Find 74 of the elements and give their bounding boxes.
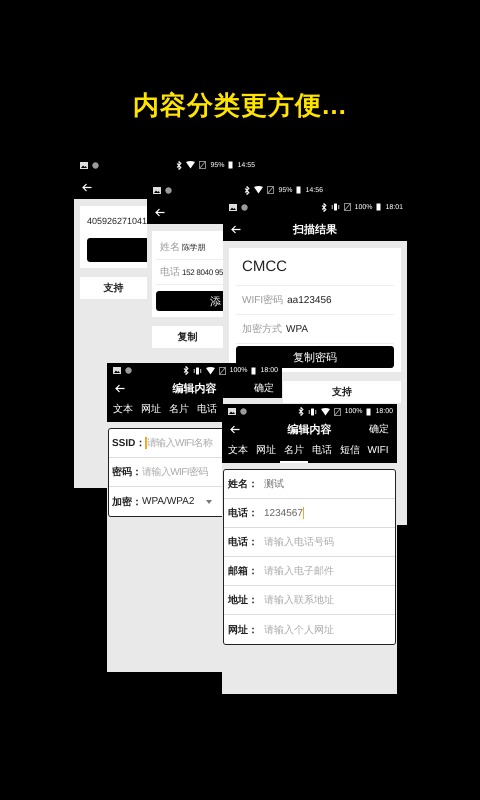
bluetooth-icon <box>298 407 304 416</box>
no-sim-icon <box>218 366 226 374</box>
field-value: 152 8040 95 <box>182 268 224 276</box>
field-label: 电话： <box>228 536 258 549</box>
tab[interactable]: 网址 <box>252 439 280 463</box>
image-icon <box>80 162 88 168</box>
field-label: 网址： <box>228 624 258 636</box>
bluetooth-icon <box>320 202 327 212</box>
field-label: 密码： <box>112 466 142 479</box>
no-sim-icon <box>334 408 341 416</box>
bluetooth-icon <box>176 160 182 170</box>
dropdown-value: WPA/WPA2 <box>142 496 194 507</box>
back-arrow-icon[interactable] <box>155 208 165 216</box>
tab[interactable]: 文本 <box>224 439 252 463</box>
field-label: 邮箱： <box>228 564 258 578</box>
bluetooth-icon <box>182 366 189 375</box>
field-label: 加密方式 <box>242 322 282 336</box>
battery-icon <box>376 203 382 211</box>
field-value: aa123456 <box>287 294 332 306</box>
no-sim-icon <box>344 203 351 211</box>
back-arrow-icon[interactable] <box>231 224 241 234</box>
field-label: SSID： <box>112 437 146 450</box>
tab[interactable]: 名片 <box>165 398 193 422</box>
field-label: 电话： <box>228 506 258 520</box>
tab[interactable]: 网址 <box>137 398 165 422</box>
screen-title: 编辑内容 <box>288 422 332 436</box>
no-sim-icon <box>199 161 206 169</box>
dropdown[interactable]: WPA/WPA2 <box>142 496 212 507</box>
field-label: 加密： <box>112 496 142 508</box>
battery-icon <box>296 186 302 194</box>
code-text: 405926271041 <box>87 215 147 228</box>
tab[interactable]: 电话 <box>308 439 336 463</box>
battery-icon <box>251 366 256 374</box>
input-field[interactable]: 测试 <box>264 476 284 492</box>
back-arrow-icon[interactable] <box>230 424 240 434</box>
action-button[interactable]: 复制密码 <box>236 346 394 368</box>
caret-icon <box>206 500 212 504</box>
image-icon <box>229 204 237 210</box>
image-icon <box>228 408 236 415</box>
action-button[interactable]: 支持 <box>283 381 401 403</box>
battery-icon <box>228 161 234 169</box>
battery-icon <box>366 408 372 416</box>
dot-icon <box>240 408 247 415</box>
field-label: WIFI密码 <box>242 294 284 307</box>
no-sim-icon <box>267 186 274 194</box>
headline: 内容分类更方便... <box>133 89 347 122</box>
screen-title: 编辑内容 <box>172 382 216 396</box>
bluetooth-icon <box>244 186 250 194</box>
confirm-button[interactable]: 确定 <box>369 422 389 436</box>
tab[interactable]: WIFI <box>364 439 392 463</box>
dot-icon <box>241 204 248 210</box>
field-label: 地址： <box>228 594 258 607</box>
action-button[interactable]: 添 <box>156 291 223 311</box>
action-button[interactable]: 支持 <box>80 277 147 299</box>
dot-icon <box>165 186 172 194</box>
image-icon <box>113 367 121 374</box>
field-label: 姓名 <box>160 241 180 254</box>
tab[interactable]: 电话 <box>193 398 221 422</box>
dot-icon <box>92 162 99 168</box>
field-label: 电话 <box>160 266 180 279</box>
back-arrow-icon[interactable] <box>115 384 125 392</box>
screen-title: 扫描结果 <box>293 222 337 236</box>
network-name: CMCC <box>236 252 394 286</box>
tab[interactable]: 短信 <box>336 439 364 463</box>
image-icon <box>153 186 161 194</box>
confirm-button[interactable]: 确定 <box>254 381 274 395</box>
action-button[interactable]: 复制 <box>152 326 223 348</box>
input-field[interactable]: 1234567 <box>264 505 304 521</box>
field-value: WPA <box>286 324 308 334</box>
tab[interactable]: 文本 <box>109 398 137 422</box>
dot-icon <box>125 367 132 374</box>
field-label: 姓名： <box>228 478 258 491</box>
back-arrow-icon[interactable] <box>82 182 92 192</box>
field-value: 陈学朋 <box>182 242 206 252</box>
